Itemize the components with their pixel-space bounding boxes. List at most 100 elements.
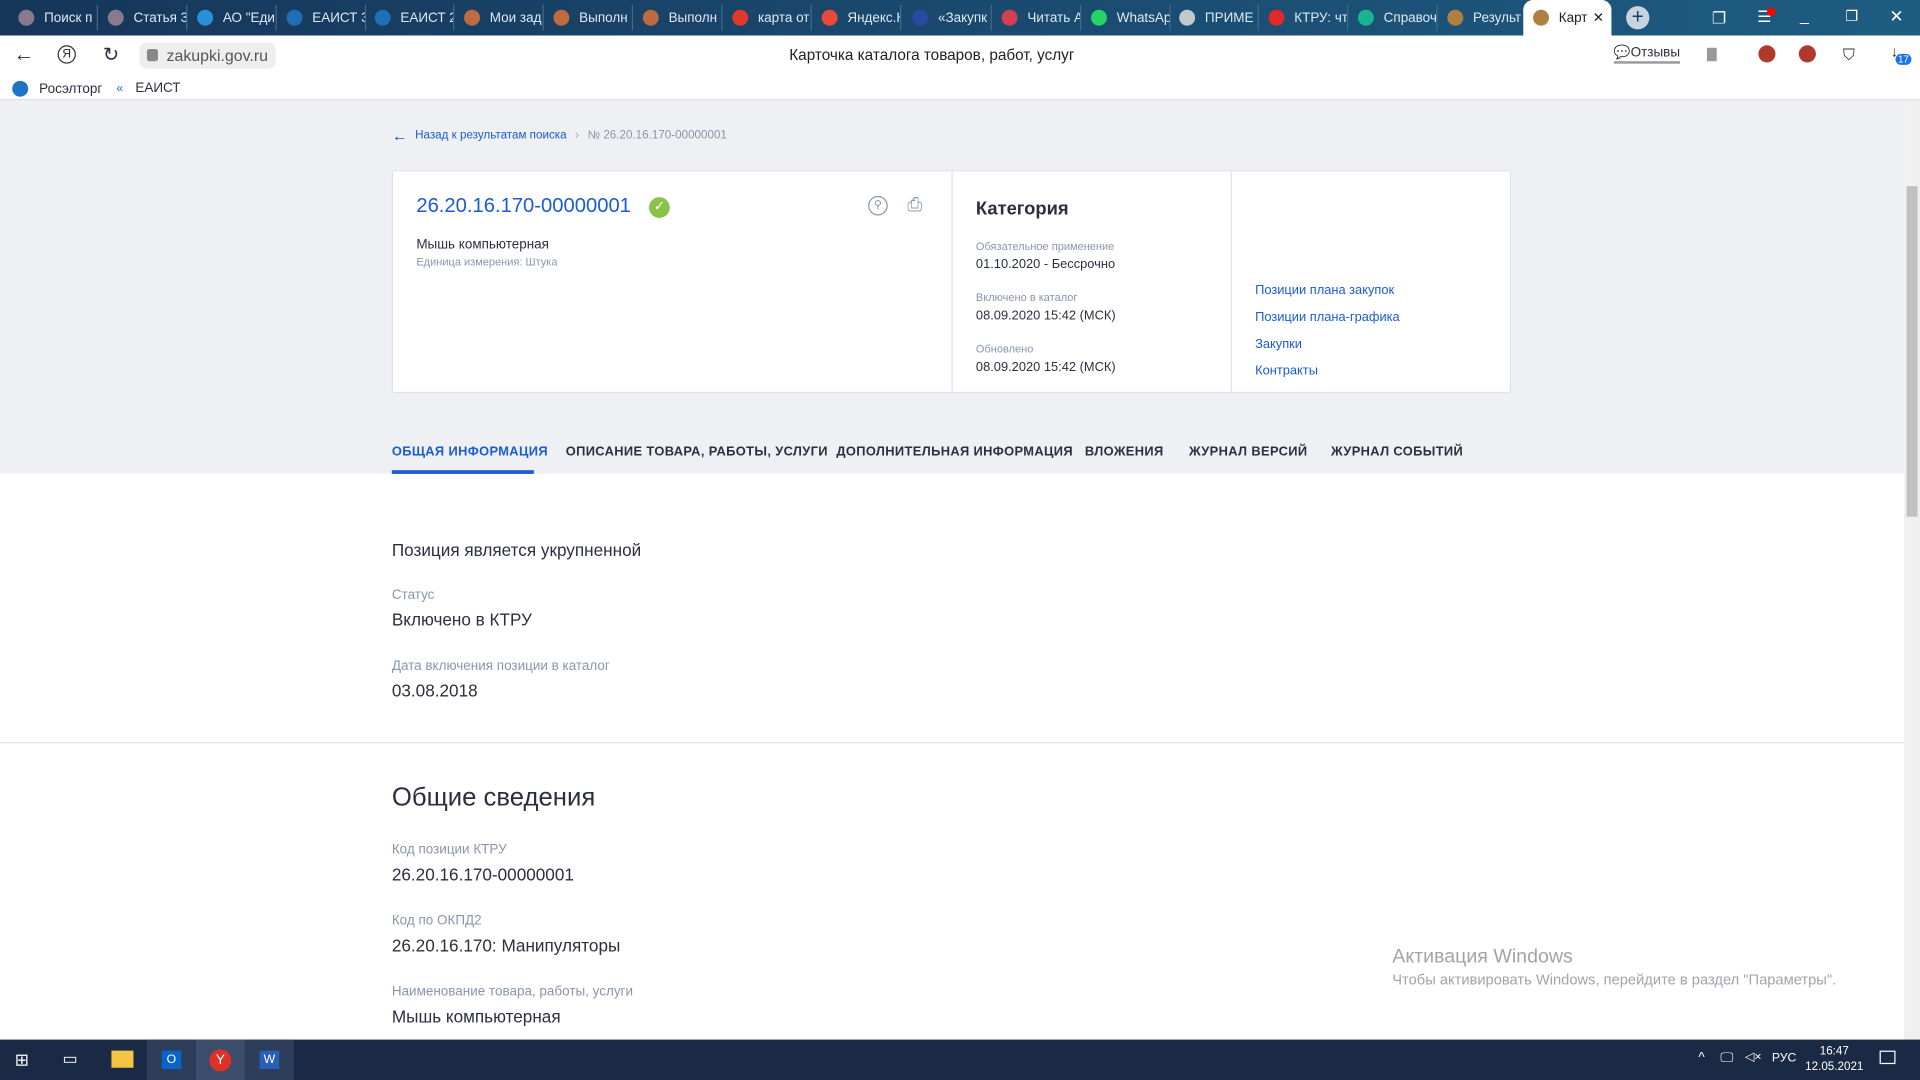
browser-tab[interactable]: Яндекс.К xyxy=(812,4,902,31)
word-app[interactable]: W xyxy=(244,1039,294,1080)
tab-label: Яндекс.К xyxy=(847,10,902,26)
bookmark-roseltorg[interactable]: Росэлторг xyxy=(12,80,103,97)
new-tab-button[interactable]: + xyxy=(1626,6,1650,30)
browser-tab[interactable]: «Закупк xyxy=(902,4,992,31)
tab-favicon-icon xyxy=(18,9,35,26)
windows-start-icon[interactable]: ⊞ xyxy=(15,1049,29,1070)
yandex-browser-app[interactable]: Y xyxy=(195,1039,245,1080)
contracts-link[interactable]: Контракты xyxy=(1255,358,1400,385)
collections-icon[interactable]: ❐ xyxy=(1712,9,1726,29)
browser-tab[interactable]: ЕАИСТ 2 xyxy=(365,4,455,31)
breadcrumb-current: № 26.20.16.170-00000001 xyxy=(587,128,727,143)
tab-version-log[interactable]: ЖУРНАЛ ВЕРСИЙ xyxy=(1189,444,1308,459)
clock[interactable]: 16:47 12.05.2021 xyxy=(1805,1043,1864,1075)
tab-favicon-icon xyxy=(1357,9,1374,26)
notifications-icon[interactable] xyxy=(1879,1050,1896,1065)
page-content: ← Назад к результатам поиска › № 26.20.1… xyxy=(0,100,1905,1040)
tab-favicon-icon xyxy=(821,9,838,26)
bookmark-label: ЕАИСТ xyxy=(135,80,181,96)
back-arrow-icon[interactable]: ← xyxy=(392,126,408,144)
divider xyxy=(0,742,1905,744)
field-label: Дата включения позиции в каталог xyxy=(391,658,610,674)
time: 16:47 xyxy=(1819,1044,1849,1058)
tab-favicon-icon xyxy=(1091,9,1107,26)
roseltorg-icon xyxy=(12,80,29,97)
tab-label: карта от xyxy=(757,10,810,26)
network-icon[interactable]: 🖵 xyxy=(1720,1051,1733,1067)
key-icon[interactable]: ⚲ xyxy=(868,195,888,216)
browser-tab[interactable]: Выполн xyxy=(544,4,634,31)
breadcrumb: ← Назад к результатам поиска › № 26.20.1… xyxy=(391,126,727,145)
okpd2-value: 26.20.16.170: Манипуляторы xyxy=(391,935,621,956)
browser-tab[interactable]: Карт ✕ xyxy=(1523,0,1612,36)
tab-description[interactable]: ОПИСАНИЕ ТОВАРА, РАБОТЫ, УСЛУГИ xyxy=(566,444,828,459)
bookmark-icon[interactable] xyxy=(1706,47,1717,62)
extension-icon[interactable] xyxy=(1758,45,1776,63)
tab-attachments[interactable]: ВЛОЖЕНИЯ xyxy=(1085,444,1164,459)
tab-label: Читать А xyxy=(1027,10,1082,26)
tab-favicon-icon xyxy=(912,9,929,26)
windows-activation-text: Чтобы активировать Windows, перейдите в … xyxy=(1392,971,1837,989)
field-label: Наименование товара, работы, услуги xyxy=(391,984,634,1000)
wallet-icon[interactable]: ⛉ xyxy=(1843,45,1855,65)
plan-positions-link[interactable]: Позиции плана закупок xyxy=(1255,277,1400,304)
tab-favicon-icon xyxy=(197,9,214,26)
purchases-link[interactable]: Закупки xyxy=(1255,331,1400,358)
extension-icon[interactable] xyxy=(1798,45,1816,63)
language-indicator[interactable]: РУС xyxy=(1772,1052,1797,1065)
inclusion-date-value: 03.08.2018 xyxy=(391,680,478,701)
item-name-value: Мышь компьютерная xyxy=(391,1006,561,1027)
browser-tab[interactable]: Поиск п xyxy=(9,4,98,31)
file-explorer-icon[interactable] xyxy=(111,1050,134,1068)
tray-chevron-icon[interactable]: ^ xyxy=(1698,1051,1704,1066)
item-unit: Единица измерения: Штука xyxy=(416,255,558,269)
outlook-app[interactable]: O xyxy=(146,1039,196,1080)
print-icon[interactable]: ⎙ xyxy=(907,195,922,216)
bookmark-label: Росэлторг xyxy=(39,81,103,97)
item-code: 26.20.16.170-00000001 xyxy=(416,194,631,217)
task-view-icon[interactable]: ▭ xyxy=(62,1049,77,1069)
tab-general-info[interactable]: ОБЩАЯ ИНФОРМАЦИЯ xyxy=(392,444,548,459)
browser-tab[interactable]: Выполн xyxy=(633,4,723,31)
browser-tab[interactable]: Читать А xyxy=(992,4,1082,31)
tab-label: WhatsAp xyxy=(1116,10,1171,26)
downloads-badge: 17 xyxy=(1895,53,1912,65)
browser-tab[interactable]: ПРИМЕ xyxy=(1169,4,1259,31)
browser-tab[interactable]: ЕАИСТ 3 xyxy=(277,4,367,31)
browser-tab[interactable]: WhatsAp xyxy=(1081,4,1171,31)
windows-activation-title: Активация Windows xyxy=(1392,946,1573,968)
tab-additional-info[interactable]: ДОПОЛНИТЕЛЬНАЯ ИНФОРМАЦИЯ xyxy=(836,444,1073,459)
status-value: Включено в КТРУ xyxy=(391,609,532,630)
browser-tab[interactable]: Справоч xyxy=(1348,4,1438,31)
close-window-button[interactable]: ✕ xyxy=(1889,6,1903,27)
bookmark-eaist[interactable]: « ЕАИСТ xyxy=(116,81,180,96)
tab-label: Поиск п xyxy=(44,10,93,26)
browser-tab[interactable]: Результ xyxy=(1438,4,1527,31)
volume-muted-icon[interactable]: ◁× xyxy=(1745,1051,1762,1064)
browser-tab[interactable]: карта от xyxy=(722,4,812,31)
field-value: 08.09.2020 15:42 (МСК) xyxy=(975,360,1116,375)
schedule-positions-link[interactable]: Позиции плана-графика xyxy=(1255,304,1400,331)
tab-label: ЕАИСТ 2 xyxy=(400,10,455,26)
bookmarks-bar: Росэлторг « ЕАИСТ xyxy=(0,75,1920,101)
consolidated-note: Позиция является укрупненной xyxy=(391,540,642,560)
eaist-icon: « xyxy=(116,81,124,95)
close-tab-icon[interactable]: ✕ xyxy=(1593,10,1604,26)
browser-tab[interactable]: КТРУ: чт xyxy=(1259,4,1349,31)
item-card: 26.20.16.170-00000001 ✓ ⚲ ⎙ Мышь компьют… xyxy=(391,170,1512,394)
reviews-button[interactable]: 💬Отзывы xyxy=(1613,44,1681,64)
scrollbar[interactable] xyxy=(1904,100,1920,1040)
tab-event-log[interactable]: ЖУРНАЛ СОБЫТИЙ xyxy=(1331,444,1463,459)
back-to-results-link[interactable]: Назад к результатам поиска xyxy=(415,129,566,142)
tab-label: Выполн xyxy=(668,10,718,26)
browser-tab[interactable]: АО "Еди xyxy=(187,4,277,31)
menu-icon[interactable]: ☰ xyxy=(1757,7,1776,27)
downloads-icon[interactable]: ↓ 17 xyxy=(1891,43,1912,65)
tab-label: Статья 3 xyxy=(133,10,188,26)
scrollbar-thumb[interactable] xyxy=(1906,186,1918,517)
related-links: Позиции плана закупок Позиции плана-граф… xyxy=(1255,277,1400,385)
browser-tab[interactable]: Мои зад xyxy=(454,4,544,31)
restore-button[interactable]: ❐ xyxy=(1845,7,1858,24)
browser-tab[interactable]: Статья 3 xyxy=(98,4,188,31)
minimize-button[interactable]: _ xyxy=(1800,6,1809,24)
